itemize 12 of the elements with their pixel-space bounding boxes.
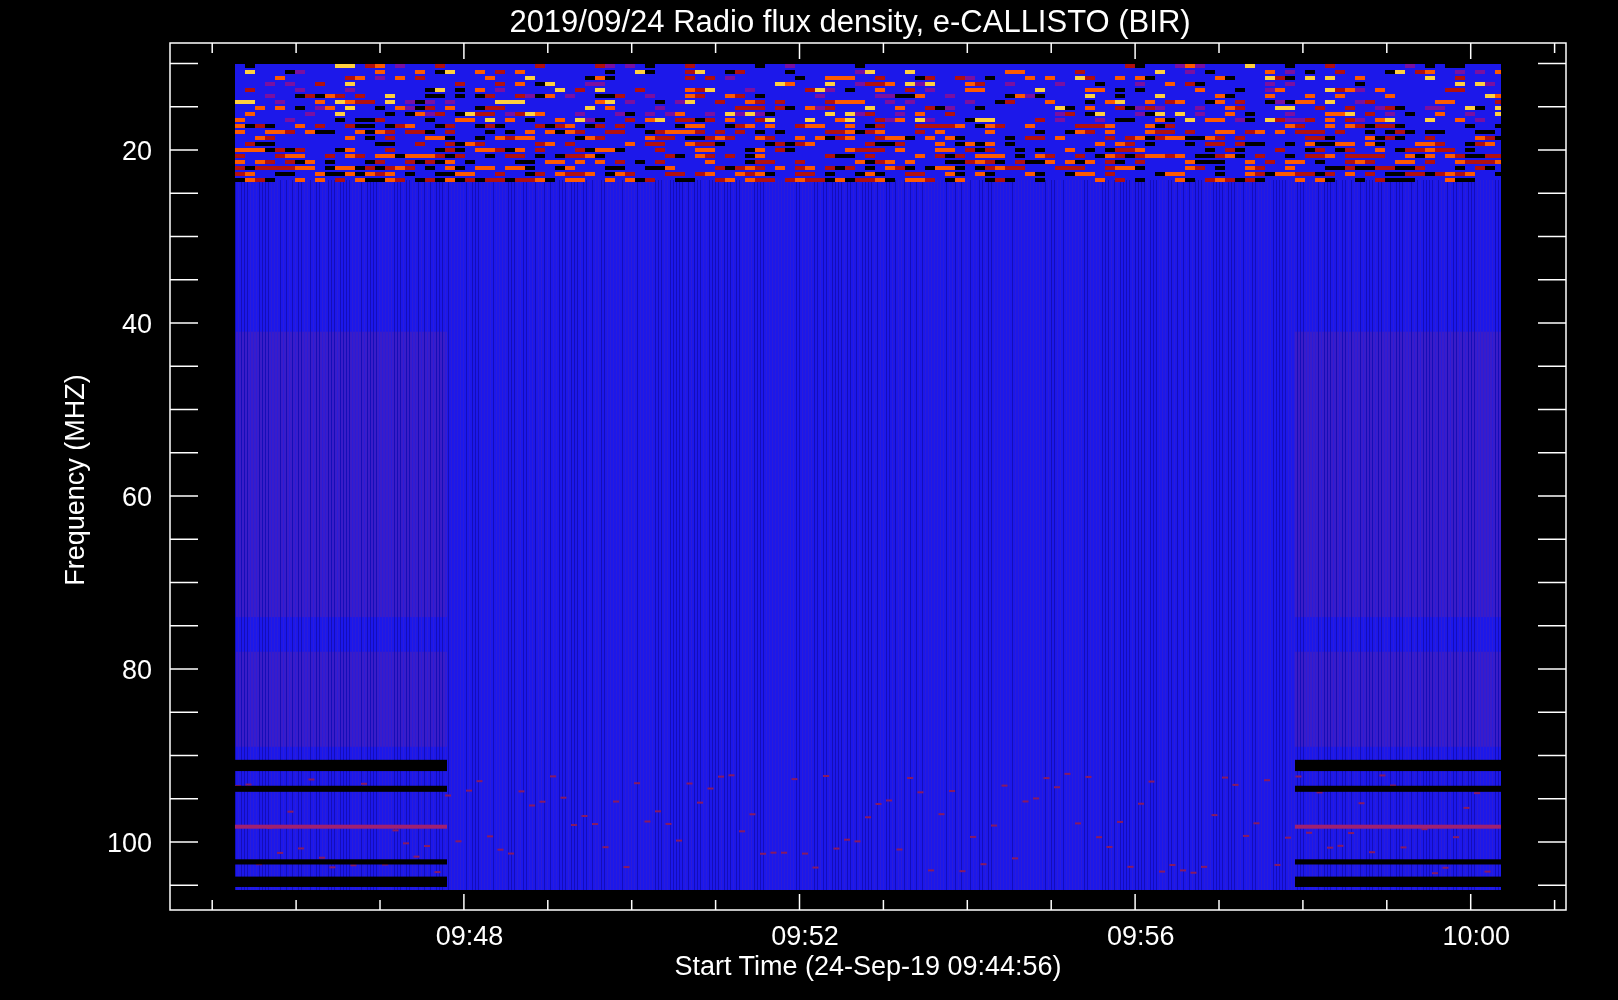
tick-label: 60 — [121, 482, 152, 512]
tick-label: 80 — [121, 655, 152, 685]
tick-label: 09:48 — [435, 921, 504, 951]
tick-label: 100 — [106, 828, 152, 858]
axis-title: Frequency (MHZ) — [60, 374, 90, 586]
tick-label: 09:56 — [1106, 921, 1175, 951]
tick-label: 09:52 — [771, 921, 839, 951]
tick-label: 40 — [121, 309, 152, 339]
chart-title: 2019/09/24 Radio flux density, e-CALLISTO (BIR) — [509, 4, 1191, 39]
axis-title: Start Time (24-Sep-19 09:44:56) — [674, 951, 1062, 981]
tick-label: 10:00 — [1442, 921, 1511, 951]
tick-label: 20 — [121, 136, 152, 166]
